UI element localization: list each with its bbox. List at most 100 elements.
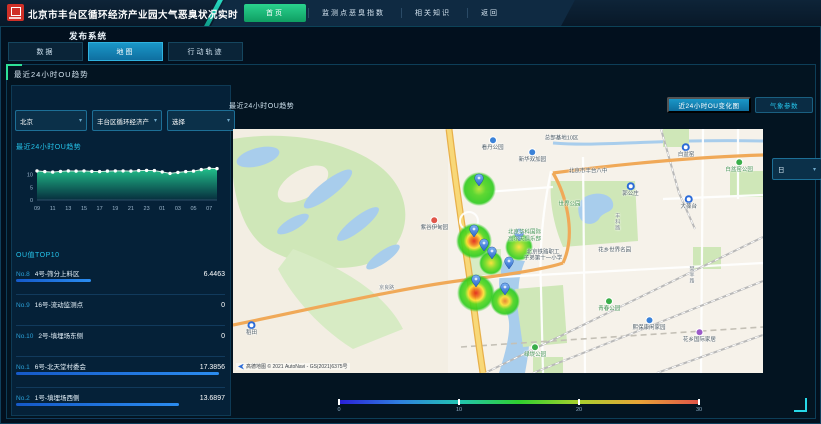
legend-tick-mark <box>578 399 580 405</box>
svg-text:03: 03 <box>175 206 181 212</box>
filter-select-1[interactable]: 丰台区循环经济产▾ <box>92 110 162 131</box>
app-header: 北京市丰台区循环经济产业园大气恶臭状况实时 首页监测点恶臭指数相关知识返回 <box>0 0 821 27</box>
park-poi-icon <box>605 297 613 305</box>
ou-top-list-title: OU值TOP10 <box>16 250 60 260</box>
ou-rank: No.2 <box>16 395 30 402</box>
map-label-text: 北京铁路职工 子弟第十一小学 <box>524 249 563 262</box>
tab-0[interactable]: 数据 <box>8 42 83 61</box>
map-label-text: 京良路 <box>379 285 394 291</box>
map-label: 新华双加园 <box>519 148 547 164</box>
nav-item-3[interactable]: 返回 <box>467 4 513 22</box>
ou-rank: No.8 <box>16 271 30 278</box>
legend-tick-label: 0 <box>337 407 340 413</box>
tab-1[interactable]: 地图 <box>88 42 163 61</box>
map-label: 京良路 <box>379 285 394 291</box>
main-nav: 首页监测点恶臭指数相关知识返回 <box>244 3 513 23</box>
map-label: 稻田 <box>246 321 257 337</box>
filter-select-0[interactable]: 北京▾ <box>15 110 87 131</box>
nav-item-1[interactable]: 监测点恶臭指数 <box>308 4 399 22</box>
svg-text:21: 21 <box>128 206 134 212</box>
legend-tick-label: 20 <box>576 407 582 413</box>
svg-text:05: 05 <box>190 206 196 212</box>
home-poi-icon <box>695 329 703 337</box>
metro-poi-icon <box>685 196 693 204</box>
map-label: 花乡世界名园 <box>598 248 631 255</box>
ou-rank: No.10 <box>16 333 33 340</box>
map-label-text: 郭公庄 <box>622 191 639 198</box>
weather-params-button[interactable]: 气象参数 <box>755 97 813 113</box>
map-label-text: 稻田 <box>246 330 257 337</box>
blue-poi-icon <box>489 136 497 144</box>
ou-legend-gradient-bar <box>339 400 699 404</box>
svg-text:10: 10 <box>27 173 33 179</box>
chevron-down-icon: ▾ <box>154 117 157 124</box>
map-label-text: 看丹公园 <box>482 145 504 152</box>
map-panel-title: 最近24小时OU趋势 <box>229 101 294 111</box>
map-label-text: 新华双加园 <box>519 157 547 164</box>
svg-text:5: 5 <box>30 185 33 191</box>
map-canvas[interactable]: 看丹公园总部基地10区白盆窑新华双加园北京市丰台八中郭公庄世界公园大葆台北京华科… <box>233 129 763 373</box>
map-label-text: 青春公园 <box>598 306 620 313</box>
map-labels-layer: 看丹公园总部基地10区白盆窑新华双加园北京市丰台八中郭公庄世界公园大葆台北京华科… <box>233 129 763 373</box>
ou-change-chart-button[interactable]: 近24小时OU变化图 <box>667 97 751 113</box>
ou-progress-bar <box>16 372 219 375</box>
park-poi-icon <box>531 343 539 351</box>
map-label: 北京铁路职工 子弟第十一小学 <box>524 249 563 262</box>
map-label-text: 绿堤公园 <box>524 352 546 359</box>
ou-value: 0 <box>221 302 225 309</box>
view-tabs: 数据地图行动轨迹 <box>8 42 243 61</box>
svg-text:07: 07 <box>206 206 212 212</box>
trend-chart: 0911131517192123010305070510 <box>15 154 225 222</box>
nav-item-2[interactable]: 相关知识 <box>401 4 465 22</box>
map-label-text: 总部基地10区 <box>545 135 579 142</box>
filter-selects: 北京▾丰台区循环经济产▾选择▾ <box>15 110 235 131</box>
svg-text:17: 17 <box>97 206 103 212</box>
select-value: 选择 <box>172 116 185 126</box>
nav-item-0[interactable]: 首页 <box>244 4 306 22</box>
map-label: 白盆窑 <box>678 143 695 159</box>
app-root: 北京市丰台区循环经济产业园大气恶臭状况实时 首页监测点恶臭指数相关知识返回 发布… <box>0 0 821 424</box>
map-label: 总部基地10区 <box>545 135 579 142</box>
system-label: 发布系统 <box>69 30 107 42</box>
period-select-value: 日 <box>778 164 785 174</box>
select-value: 北京 <box>20 116 33 126</box>
map-label: 丰科路 <box>614 213 620 231</box>
map-label: 郭公庄 <box>622 182 639 198</box>
ou-top-list: No.84号-筛分上料区6.4463No.916号-流动监测点0No.102号-… <box>16 264 225 419</box>
legend-tick-mark <box>458 399 460 405</box>
ou-top-row: No.21号-填埋场西侧13.6897 <box>16 388 225 419</box>
ou-site-name: 16号-流动监测点 <box>35 299 221 309</box>
park-poi-icon <box>735 158 743 166</box>
svg-text:0: 0 <box>30 198 33 204</box>
map-label-text: 熙保康闲家园 <box>633 325 666 332</box>
map-label: 绿堤公园 <box>524 343 546 359</box>
ou-value: 0 <box>221 333 225 340</box>
map-label-text: 北京华科国际 高尔夫俱乐部 <box>508 230 541 243</box>
app-logo-icon <box>7 4 24 21</box>
panel-corner-accent-br <box>794 398 807 412</box>
map-label: 花乡国际家居 <box>683 329 716 345</box>
legend-tick-mark <box>338 399 340 405</box>
amap-logo-icon <box>238 364 244 370</box>
tab-2[interactable]: 行动轨迹 <box>168 42 243 61</box>
map-label: 樊羊路 <box>688 266 694 284</box>
ou-rank: No.9 <box>16 302 30 309</box>
map-label: 大葆台 <box>681 196 698 212</box>
svg-text:15: 15 <box>81 206 87 212</box>
trend-chart-title: 最近24小时OU趋势 <box>16 142 81 152</box>
svg-text:23: 23 <box>144 206 150 212</box>
map-label-text: 丰科路 <box>614 213 620 231</box>
ou-progress-bar <box>16 403 179 406</box>
period-select[interactable]: 日 ▾ <box>772 158 821 180</box>
ou-site-name: 4号-筛分上料区 <box>35 268 204 278</box>
ou-value: 17.3856 <box>200 364 225 371</box>
map-label-text: 紫谷伊甸园 <box>421 225 449 232</box>
ou-progress-bar <box>16 279 91 282</box>
map-label-text: 花乡世界名园 <box>598 248 631 255</box>
svg-text:11: 11 <box>50 206 56 212</box>
metro-poi-icon <box>248 321 256 329</box>
ou-site-name: 1号-填埋场西侧 <box>35 392 200 402</box>
map-label: 青春公园 <box>598 297 620 313</box>
filter-select-2[interactable]: 选择▾ <box>167 110 235 131</box>
chevron-down-icon: ▾ <box>813 166 816 173</box>
